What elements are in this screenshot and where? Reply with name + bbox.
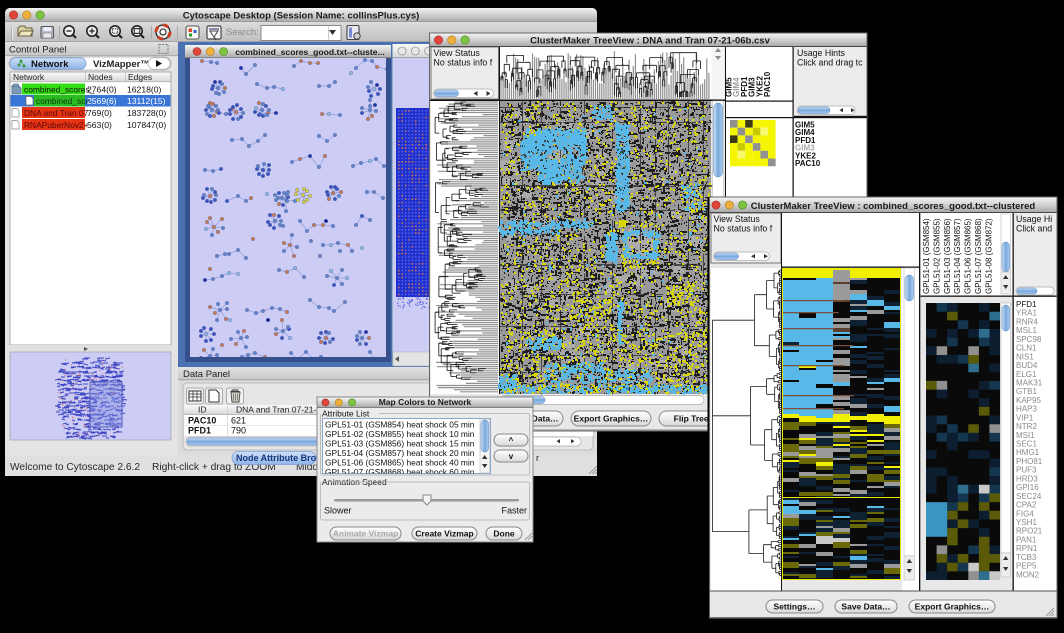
svg-text:Create Vizmap: Create Vizmap [415,529,473,539]
svg-text:PHO81: PHO81 [1016,457,1043,466]
svg-text:PEP5: PEP5 [1016,562,1037,571]
svg-text:CPA2: CPA2 [1016,501,1037,510]
svg-text:Cytoscape Desktop (Session Nam: Cytoscape Desktop (Session Name: collins… [183,11,420,22]
svg-text:HRD3: HRD3 [1016,474,1038,483]
svg-text:Network: Network [31,59,69,70]
svg-text:ClusterMaker TreeView : combin: ClusterMaker TreeView : combined_scores_… [751,201,1036,212]
svg-text:Nodes: Nodes [88,72,113,82]
svg-text:563(0): 563(0) [87,120,112,130]
svg-text:HAP3: HAP3 [1016,405,1037,414]
svg-text:combined_sco: combined_sco [36,96,90,106]
svg-text:VizMapper™: VizMapper™ [93,59,150,70]
svg-text:GPL51-07 (GSM868): GPL51-07 (GSM868) [974,218,983,294]
svg-text:Save Data…: Save Data… [841,602,890,612]
svg-text:ID: ID [198,405,207,415]
svg-text:13112(15): 13112(15) [127,96,166,106]
svg-text:Map Colors to Network: Map Colors to Network [379,397,472,407]
svg-text:Welcome to Cytoscape 2.6.2: Welcome to Cytoscape 2.6.2 [10,462,140,473]
svg-text:PUF3: PUF3 [1016,466,1037,475]
svg-text:PAC10: PAC10 [763,71,772,97]
svg-text:MSI1: MSI1 [1016,431,1035,440]
svg-text:NIS1: NIS1 [1016,352,1034,361]
svg-text:TCB3: TCB3 [1016,553,1037,562]
svg-text:No status info f: No status info f [714,224,773,234]
svg-text:No status info f: No status info f [434,58,493,68]
svg-text:v: v [509,452,514,461]
svg-text:Export Graphics…: Export Graphics… [915,602,990,612]
svg-text:RPO21: RPO21 [1016,527,1043,536]
svg-text:Usage Hi: Usage Hi [1016,214,1052,224]
svg-text:PAC10: PAC10 [795,159,821,168]
svg-text:PAC10: PAC10 [188,416,216,426]
svg-text:GPL51-03 (GSM856): GPL51-03 (GSM856) [943,218,952,294]
svg-text:SEC24: SEC24 [1016,492,1042,501]
svg-text:Data Panel: Data Panel [183,369,230,380]
svg-text:GPL51-01 (GSM854) heat shock 0: GPL51-01 (GSM854) heat shock 05 min [325,420,475,430]
svg-text:FIG4: FIG4 [1016,509,1034,518]
svg-text:621: 621 [231,416,246,426]
svg-text:Slower: Slower [324,506,352,516]
svg-text:YRA1: YRA1 [1016,309,1037,318]
svg-text:View Status: View Status [714,214,761,224]
svg-text:2569(6): 2569(6) [87,96,117,106]
svg-text:790: 790 [231,426,246,436]
svg-text:DNA and Tran 07: DNA and Tran 07 [24,108,89,118]
svg-text:Edges: Edges [128,72,152,82]
svg-text:ClusterMaker TreeView : DNA an: ClusterMaker TreeView : DNA and Tran 07-… [530,36,770,47]
svg-text:Search:: Search: [226,27,259,38]
svg-text:GPL51-02 (GSM855) heat shock 1: GPL51-02 (GSM855) heat shock 10 min [325,429,475,439]
svg-text:ELG1: ELG1 [1016,370,1037,379]
svg-text:SEC1: SEC1 [1016,440,1037,449]
svg-text:VIP1: VIP1 [1016,413,1034,422]
svg-text:GPL51-02 (GSM855): GPL51-02 (GSM855) [932,218,941,294]
svg-text:Attribute List: Attribute List [322,409,370,419]
svg-text:GPL51-08 (GSM872): GPL51-08 (GSM872) [984,218,993,294]
svg-text:combined_scores_good.txt--clus: combined_scores_good.txt--cluste... [235,47,384,57]
svg-text:MSL1: MSL1 [1016,326,1037,335]
svg-text:PFD1: PFD1 [188,426,211,436]
svg-text:RPN1: RPN1 [1016,544,1038,553]
svg-text:BUD4: BUD4 [1016,361,1038,370]
svg-text:NTR2: NTR2 [1016,422,1037,431]
svg-text:GPL51-03 (GSM856) heat shock 1: GPL51-03 (GSM856) heat shock 15 min [325,439,475,449]
svg-text:183728(0): 183728(0) [127,108,166,118]
svg-text:Settings…: Settings… [773,602,815,612]
svg-text:2764(0): 2764(0) [87,85,117,95]
svg-text:^: ^ [509,436,514,445]
svg-text:GPL51-06 (GSM865): GPL51-06 (GSM865) [964,218,973,294]
svg-text:Faster: Faster [501,506,527,516]
svg-text:MON2: MON2 [1016,570,1040,579]
svg-text:Animate Vizmap: Animate Vizmap [333,529,399,539]
svg-text:MAK31: MAK31 [1016,378,1043,387]
svg-text:GPL51-01 (GSM854): GPL51-01 (GSM854) [922,218,931,294]
svg-text:YSH1: YSH1 [1016,518,1037,527]
svg-text:Click and drag tc: Click and drag tc [797,58,863,68]
svg-text:HMG1: HMG1 [1016,448,1040,457]
svg-text:GPL51-04 (GSM857): GPL51-04 (GSM857) [953,218,962,294]
svg-text:107847(0): 107847(0) [127,120,166,130]
svg-text:RNR4: RNR4 [1016,317,1038,326]
svg-text:16218(0): 16218(0) [127,85,162,95]
svg-text:PAN1: PAN1 [1016,535,1037,544]
svg-text:Click and: Click and [1016,224,1052,234]
svg-text:GTB1: GTB1 [1016,387,1037,396]
svg-text:Node Attribute Brows: Node Attribute Brows [236,453,328,463]
svg-text:Done: Done [493,529,515,539]
svg-text:GPI16: GPI16 [1016,483,1039,492]
svg-text:r: r [536,453,539,463]
svg-text:Network: Network [13,72,45,82]
svg-text:Usage Hints: Usage Hints [797,48,846,58]
svg-text:SPC98: SPC98 [1016,335,1042,344]
svg-text:Export Graphics…: Export Graphics… [574,414,649,424]
svg-text:GPL51-04 (GSM857) heat shock 2: GPL51-04 (GSM857) heat shock 20 min [325,448,475,458]
svg-text:RNAPuberNov2+: RNAPuberNov2+ [24,120,89,130]
svg-text:GPL51-06 (GSM865) heat shock 4: GPL51-06 (GSM865) heat shock 40 min [325,458,475,468]
svg-text:CLN1: CLN1 [1016,344,1037,353]
svg-text:KAP95: KAP95 [1016,396,1041,405]
svg-text:Control Panel: Control Panel [9,45,67,56]
svg-text:769(0): 769(0) [87,108,112,118]
svg-text:PFD1: PFD1 [1016,300,1037,309]
svg-text:View Status: View Status [434,48,481,58]
svg-text:combined_scores_: combined_scores_ [24,85,95,95]
